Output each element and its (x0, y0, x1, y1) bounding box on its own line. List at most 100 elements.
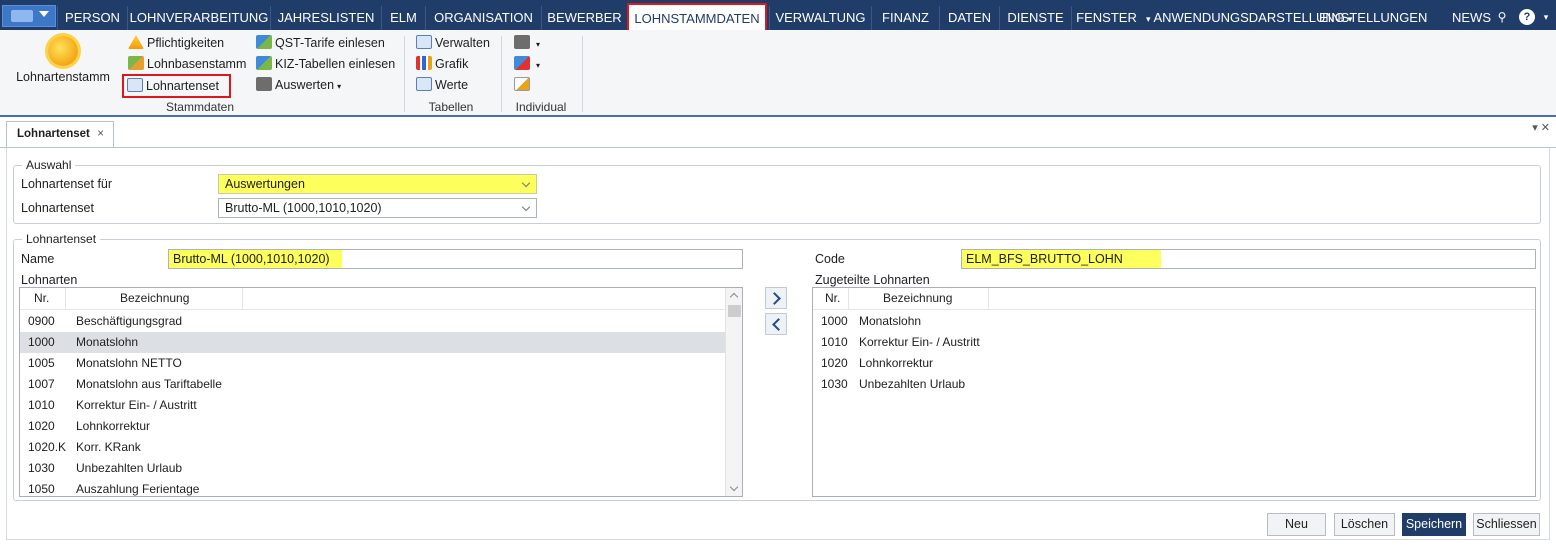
cell-bezeichnung: Monatslohn aus Tariftabelle (76, 377, 222, 391)
group-label-individual: Individual (515, 100, 567, 114)
table-row[interactable]: 1007 Monatslohn aus Tariftabelle (20, 374, 725, 395)
menu-jahreslisten[interactable]: JAHRESLISTEN (270, 6, 381, 30)
lohnartenset-label: Lohnartenset (146, 79, 219, 93)
pflichtigkeiten-button[interactable]: Pflichtigkeiten (128, 33, 224, 53)
code-value: ELM_BFS_BRUTTO_LOHN (962, 250, 1161, 268)
lohnartenset-panel: Auswahl Lohnartenset für Auswertungen Lo… (6, 148, 1550, 540)
vertical-scrollbar[interactable] (725, 288, 742, 496)
dropdown-arrow-icon (39, 11, 49, 17)
individual-edit-button[interactable] (514, 75, 533, 95)
menu-dienste[interactable]: DIENSTE (999, 6, 1071, 30)
menu-organisation[interactable]: ORGANISATION (425, 6, 541, 30)
cell-nr: 1000 (28, 335, 55, 349)
kiz-tabellen-button[interactable]: KIZ-Tabellen einlesen (256, 54, 395, 74)
lohnartenset-label: Lohnartenset (21, 201, 94, 215)
auswahl-legend: Auswahl (22, 158, 76, 172)
caret-icon: ▾ (536, 40, 541, 49)
table-row[interactable]: 1010 Korrektur Ein- / Austritt (813, 332, 1535, 353)
printer-icon (256, 77, 272, 91)
column-header-nr[interactable]: Nr. (20, 288, 66, 310)
lohnbasenstamm-button[interactable]: Lohnbasenstamm (128, 54, 246, 74)
cell-nr: 1010 (28, 398, 55, 412)
printer-icon (514, 35, 530, 49)
help-icon[interactable]: ? (1519, 9, 1535, 25)
remove-lohnart-button[interactable] (765, 313, 787, 335)
chart-icon (416, 56, 432, 70)
menu-person[interactable]: PERSON (57, 6, 127, 30)
menu-daten[interactable]: DATEN (939, 6, 999, 30)
lohnartenset-legend: Lohnartenset (22, 232, 101, 246)
table-row[interactable]: 0900 Beschäftigungsgrad (20, 311, 725, 332)
lohnartenset-fuer-value: Auswertungen (225, 177, 305, 191)
scroll-thumb[interactable] (728, 305, 741, 317)
individual-print-button[interactable]: ▾ (514, 33, 540, 53)
edit-note-icon (514, 77, 530, 91)
menu-lohnverarbeitung[interactable]: LOHNVERARBEITUNG (127, 6, 270, 30)
loeschen-button[interactable]: Löschen (1334, 513, 1395, 536)
werte-button[interactable]: Werte (416, 75, 468, 95)
table-row[interactable]: 1030 Unbezahlten Urlaub (813, 374, 1535, 395)
auswerten-button[interactable]: Auswerten ▾ (256, 75, 341, 95)
qst-tarife-button[interactable]: QST-Tarife einlesen (256, 33, 385, 53)
menu-finanz[interactable]: FINANZ (871, 6, 939, 30)
table-row[interactable]: 1020 Lohnkorrektur (20, 416, 725, 437)
lohnartenset-select[interactable]: Brutto-ML (1000,1010,1020) (218, 198, 537, 218)
group-label-tabellen: Tabellen (428, 100, 474, 114)
ribbon: Lohnartenstamm Pflichtigkeiten Lohnbasen… (0, 30, 1556, 117)
name-input[interactable]: Brutto-ML (1000,1010,1020) (168, 249, 743, 269)
table-row[interactable]: 1005 Monatslohn NETTO (20, 353, 725, 374)
tab-lohnartenset[interactable]: Lohnartenset × (6, 121, 114, 147)
column-header-bezeichnung[interactable]: Bezeichnung (849, 288, 989, 310)
menu-einstellungen[interactable]: EINSTELLUNGEN (1319, 6, 1427, 30)
menu-lohnstammdaten[interactable]: LOHNSTAMMDATEN (627, 3, 767, 33)
import-icon (256, 35, 272, 49)
cell-nr: 1030 (821, 377, 848, 391)
code-input[interactable]: ELM_BFS_BRUTTO_LOHN (961, 249, 1536, 269)
table-row[interactable]: 1030 Unbezahlten Urlaub (20, 458, 725, 479)
cell-nr: 0900 (28, 314, 55, 328)
magnifier-icon[interactable]: ⚲ (1494, 9, 1510, 25)
cell-nr: 1020 (821, 356, 848, 370)
dropdown-caret-icon[interactable]: ▾ (1538, 9, 1554, 25)
table-row[interactable]: 1000 Monatslohn (813, 311, 1535, 332)
column-header-bezeichnung[interactable]: Bezeichnung (66, 288, 243, 310)
lohnartenstamm-button[interactable]: Lohnartenstamm (8, 34, 118, 100)
app-menu-button[interactable] (2, 5, 56, 27)
close-icon[interactable]: × (97, 122, 104, 146)
cell-bezeichnung: Unbezahlten Urlaub (76, 461, 183, 475)
tab-controls[interactable]: ▾ ✕ (1532, 121, 1550, 134)
neu-button[interactable]: Neu (1267, 513, 1326, 536)
menu-news[interactable]: NEWS (1452, 6, 1491, 30)
lohnartenset-button[interactable]: Lohnartenset (122, 74, 231, 98)
pflichtigkeiten-label: Pflichtigkeiten (147, 36, 225, 50)
add-lohnart-button[interactable] (765, 287, 787, 309)
menu-bewerber[interactable]: BEWERBER (541, 6, 627, 30)
menu-elm[interactable]: ELM (381, 6, 425, 30)
scroll-down-icon[interactable] (729, 482, 739, 492)
table-row[interactable]: 1010 Korrektur Ein- / Austritt (20, 395, 725, 416)
individual-chart-button[interactable]: ▾ (514, 54, 540, 74)
lohnartenstamm-label: Lohnartenstamm (16, 70, 110, 84)
table-row[interactable]: 1050 Auszahlung Ferientage (20, 479, 725, 496)
grafik-label: Grafik (435, 57, 469, 71)
verwalten-button[interactable]: Verwalten (416, 33, 490, 53)
table-row[interactable]: 1020 Lohnkorrektur (813, 353, 1535, 374)
grafik-button[interactable]: Grafik (416, 54, 468, 74)
scroll-up-icon[interactable] (729, 292, 739, 302)
group-label-stammdaten: Stammdaten (165, 100, 235, 114)
auswerten-label: Auswerten (275, 78, 335, 92)
schliessen-button[interactable]: Schliessen (1473, 513, 1540, 536)
table-row[interactable]: 1020.K Korr. KRank (20, 437, 725, 458)
table-row[interactable]: 1000 Monatslohn (20, 332, 725, 353)
cell-bezeichnung: Korrektur Ein- / Austritt (859, 335, 980, 349)
tab-title: Lohnartenset (17, 128, 90, 140)
werte-label: Werte (435, 78, 469, 92)
lohnartenset-fuer-select[interactable]: Auswertungen (218, 174, 537, 194)
cell-nr: 1010 (821, 335, 848, 349)
ribbon-separator (404, 36, 405, 112)
speichern-button[interactable]: Speichern (1402, 513, 1466, 536)
zugeteilte-lohnarten-grid: Nr. Bezeichnung 1000 Monatslohn 1010 Korrek… (812, 287, 1536, 497)
menu-verwaltung[interactable]: VERWALTUNG (769, 6, 871, 30)
column-header-nr[interactable]: Nr. (813, 288, 849, 310)
menu-fenster[interactable]: FENSTER (1071, 6, 1141, 30)
